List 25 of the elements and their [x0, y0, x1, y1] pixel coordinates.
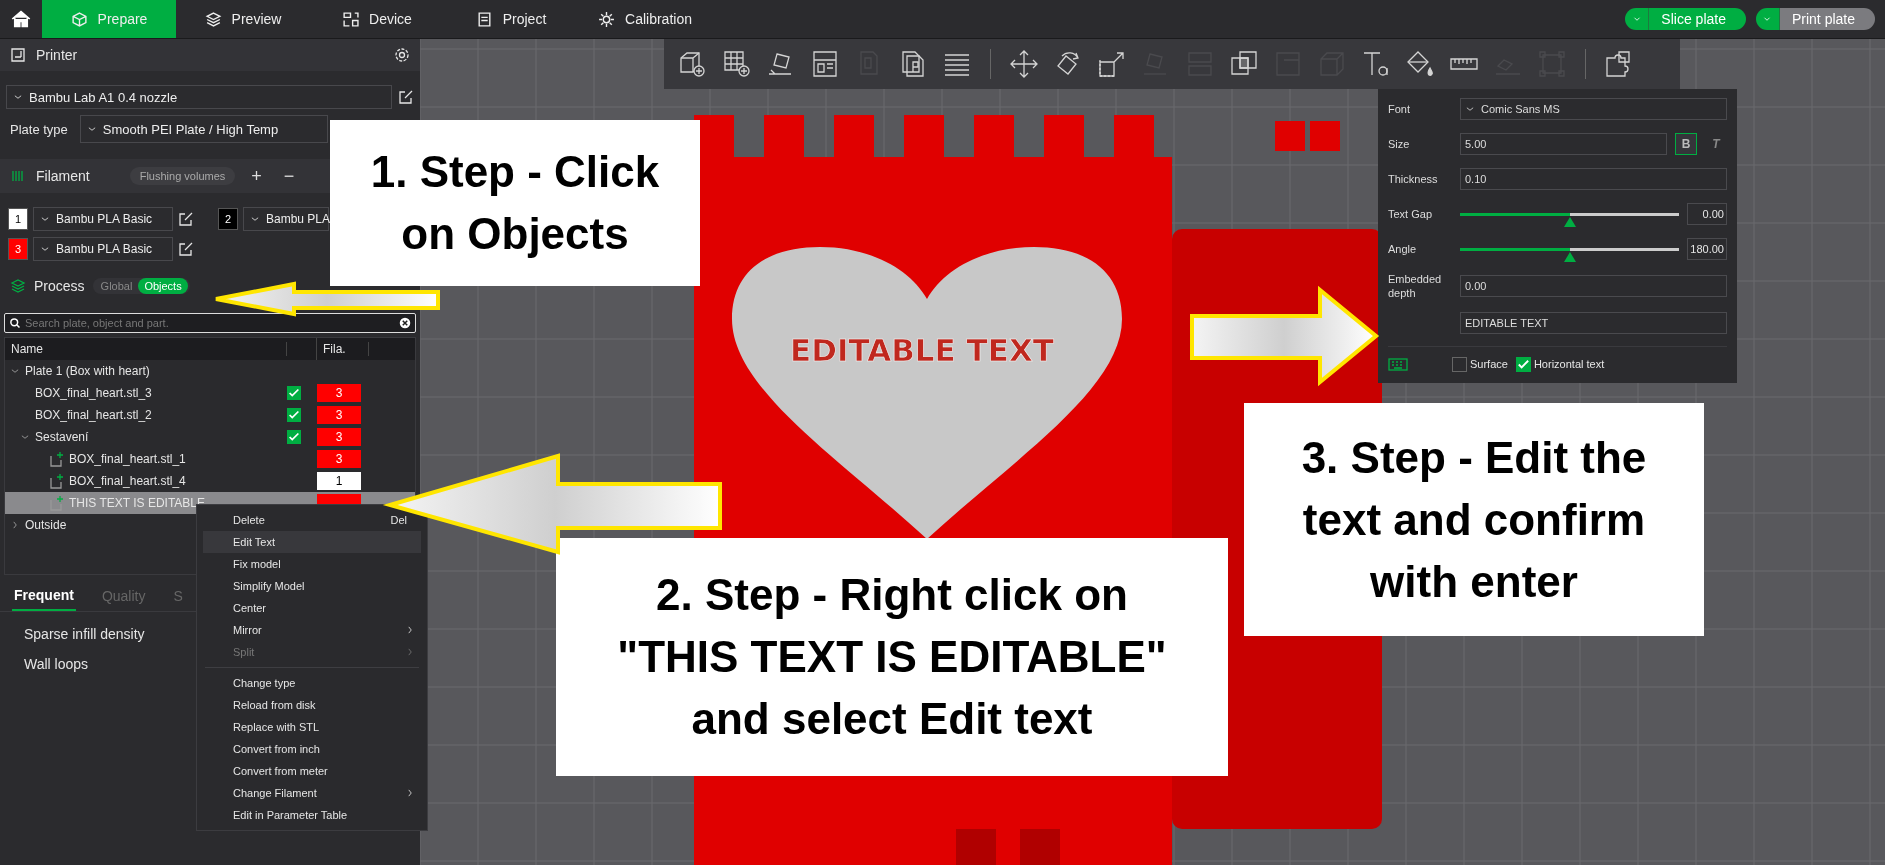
- object-name: BOX_final_heart.stl_4: [69, 474, 186, 488]
- step-tooltip: 2. Step - Right click on "THIS TEXT IS EDITABLE" and select Edit text: [556, 538, 1228, 776]
- object-name: Outside: [25, 518, 67, 532]
- checkbox-label: Horizontal text: [1533, 358, 1605, 370]
- object-name: Sestavení: [35, 430, 89, 444]
- step-tooltip: 3. Step - Edit the text and confirm with enter: [1244, 403, 1704, 636]
- setting-label: Wall loops: [24, 656, 89, 672]
- object-name: BOX_final_heart.stl_1: [69, 452, 186, 466]
- field-label: Plate type: [9, 121, 68, 137]
- object-name: BOX_final_heart.stl_2: [35, 408, 152, 422]
- checkbox-label: Surface: [1470, 358, 1508, 370]
- section-title: Filament: [36, 168, 90, 184]
- setting-label: Sparse infill density: [24, 626, 145, 642]
- section-title: Printer: [36, 47, 79, 63]
- model-text: EDITABLE TEXT: [790, 332, 1054, 368]
- field-label: Size: [1388, 137, 1411, 151]
- field-label: Thickness: [1388, 172, 1439, 186]
- object-name: BOX_final_heart.stl_3: [35, 386, 152, 400]
- object-name: Plate 1 (Box with heart): [25, 364, 150, 378]
- field-label: Font: [1388, 102, 1411, 116]
- section-title: Process: [34, 278, 85, 294]
- step-tooltip: 1. Step - Click on Objects: [330, 120, 700, 286]
- field-label: Text Gap: [1388, 207, 1434, 221]
- field-label: Angle: [1388, 242, 1418, 256]
- field-label: Embedded depth: [1388, 272, 1443, 300]
